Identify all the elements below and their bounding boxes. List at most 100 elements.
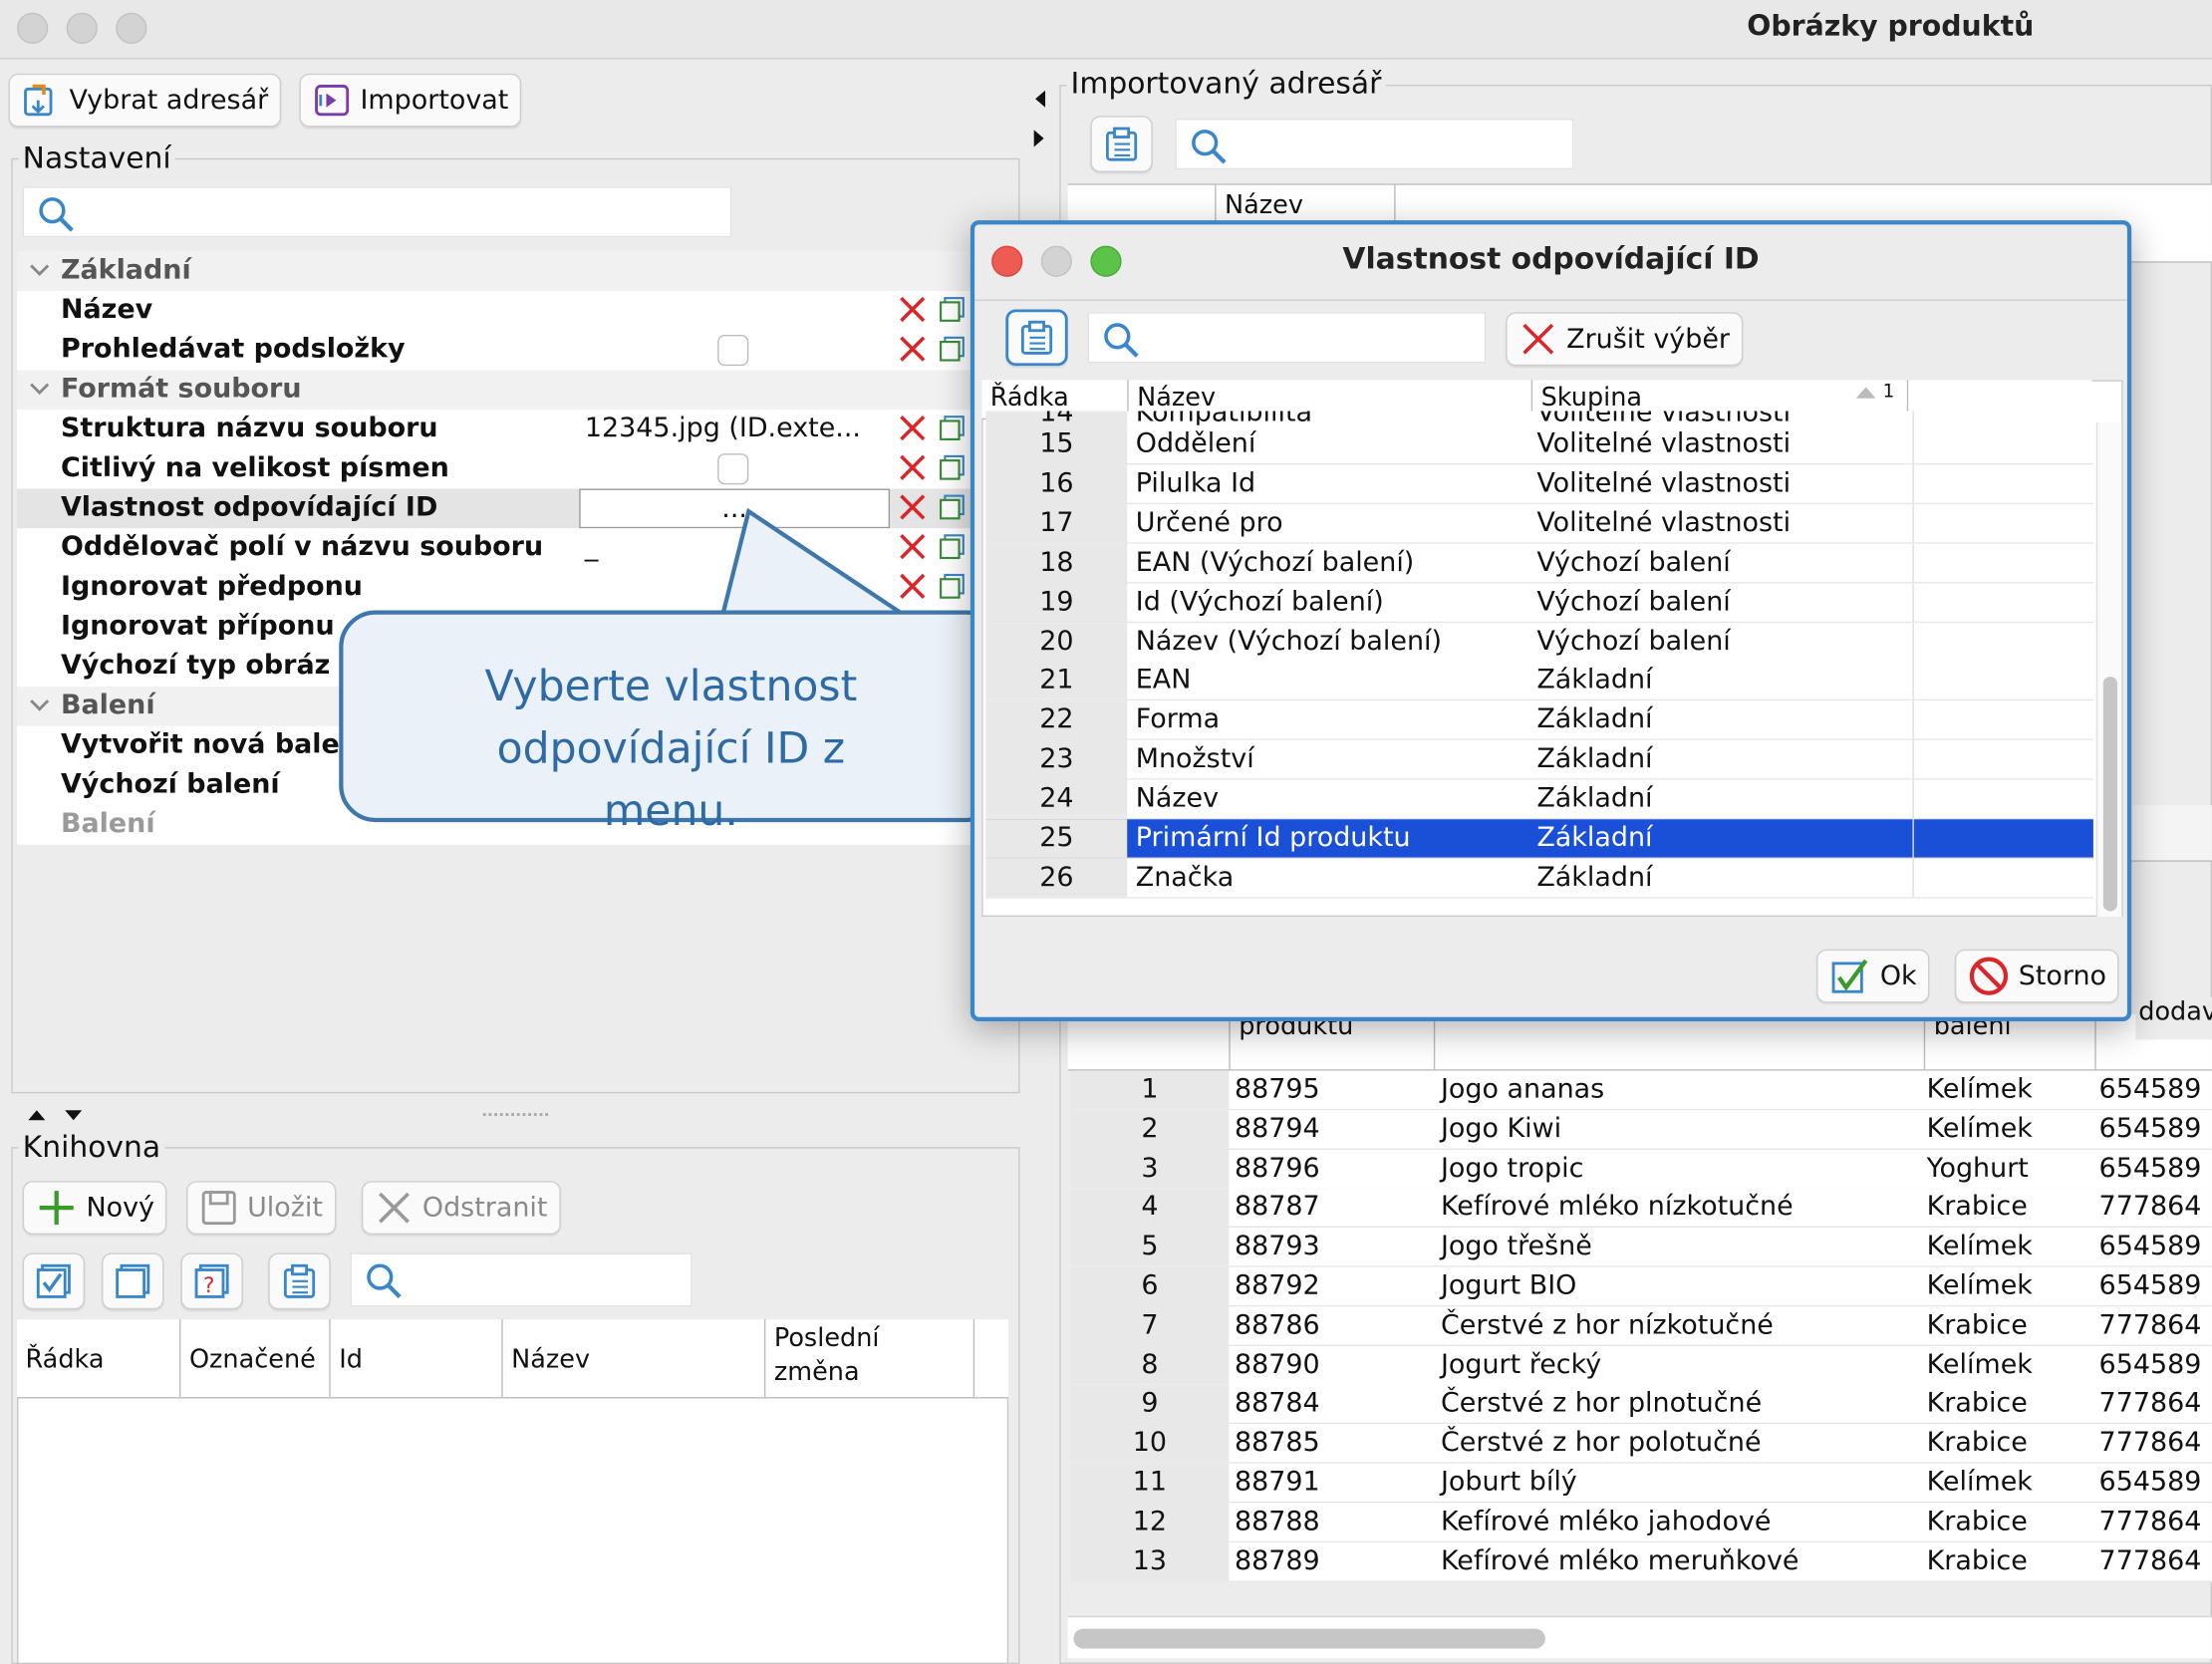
close-window-button[interactable]	[17, 12, 49, 44]
clear-icon[interactable]	[896, 450, 930, 484]
copy-icon[interactable]	[938, 335, 966, 363]
list-item[interactable]: 21 EAN Základní	[985, 662, 2093, 701]
collapse-arrows-icon[interactable]	[1031, 88, 1048, 152]
col-marked[interactable]: Označené	[180, 1319, 331, 1398]
table-cell: Kelímek	[1926, 1112, 2033, 1145]
clear-icon[interactable]	[896, 292, 930, 326]
select-all-button[interactable]	[22, 1252, 86, 1310]
list-item[interactable]: 15 Oddělení Volitelné vlastnosti	[985, 424, 2093, 465]
table-row[interactable]: 12 88788 Kefírové mléko jahodové Krabice 777…	[1070, 1503, 2212, 1542]
column-chooser-button[interactable]	[268, 1252, 331, 1310]
list-item[interactable]: 20 Název (Výchozí balení) Výchozí balení	[985, 622, 2093, 663]
clear-icon[interactable]	[896, 412, 930, 445]
dialog-title-bar: Vlastnost odpovídající ID	[974, 224, 2127, 301]
dialog-vertical-scrollbar[interactable]	[2095, 421, 2122, 918]
table-cell: 10	[1070, 1424, 1230, 1463]
table-cell: Kelímek	[1926, 1269, 2033, 1301]
settings-title: Nastavení	[18, 140, 175, 175]
table-row[interactable]: 10 88785 Čerstvé z hor polotučné Krabice 777…	[1070, 1424, 2212, 1465]
list-item[interactable]: 18 EAN (Výchozí balení) Výchozí balení	[985, 543, 2093, 584]
plus-icon	[39, 1191, 74, 1226]
col-product[interactable]: produktu	[1229, 1013, 1436, 1071]
table-row[interactable]: 4 88787 Kefírové mléko nízkotučné Krabice 77…	[1070, 1188, 2212, 1229]
col-packaging[interactable]: balení	[1923, 1013, 2096, 1071]
import-button[interactable]: Importovat	[299, 73, 522, 128]
cancel-button[interactable]: Storno	[1954, 949, 2119, 1003]
table-cell: 88789	[1234, 1544, 1320, 1576]
copy-icon[interactable]	[938, 453, 966, 481]
table-cell: 654589	[2098, 1152, 2202, 1184]
dialog-search-input[interactable]	[1087, 312, 1487, 364]
category-file-format[interactable]: Formát souboru	[17, 370, 972, 411]
splitter-arrows-icon[interactable]	[26, 1105, 88, 1125]
save-button[interactable]: Uložit	[186, 1181, 336, 1236]
window-title: Obrázky produktů	[1747, 8, 2035, 43]
case-sensitive-checkbox[interactable]	[717, 453, 749, 485]
col-id[interactable]: Id	[331, 1319, 503, 1398]
new-button[interactable]: Nový	[22, 1181, 167, 1236]
settings-search-input[interactable]	[22, 186, 732, 238]
dialog-column-chooser-button[interactable]	[1005, 309, 1068, 367]
delete-button[interactable]: Odstranit	[361, 1181, 561, 1236]
list-item[interactable]: 17 Určené pro Volitelné vlastnosti	[985, 503, 2093, 544]
table-row[interactable]: 9 88784 Čerstvé z hor plnotučné Krabice 7778…	[1070, 1384, 2212, 1425]
list-cell: 21	[985, 662, 1128, 700]
list-cell: Základní	[1536, 664, 1653, 696]
horizontal-scrollbar[interactable]	[1067, 1615, 2212, 1659]
table-cell: 654589	[2098, 1073, 2202, 1105]
table-row[interactable]: 8 88790 Jogurt řecký Kelímek 654589	[1070, 1345, 2212, 1386]
list-item[interactable]: 26 Značka Základní	[985, 858, 2093, 899]
table-row[interactable]: 6 88792 Jogurt BIO Kelímek 654589	[1070, 1266, 2212, 1307]
prop-name-value[interactable]	[579, 291, 891, 331]
splitter-handle[interactable]	[482, 1113, 549, 1116]
invert-selection-button[interactable]: ?	[180, 1252, 243, 1310]
clear-selection-button[interactable]: Zrušit výběr	[1506, 312, 1743, 367]
callout-pointer	[719, 507, 909, 621]
list-cell: Volitelné vlastnosti	[1536, 427, 1792, 459]
table-row[interactable]: 11 88791 Joburt bílý Kelímek 654589	[1070, 1463, 2212, 1504]
list-item[interactable]: 19 Id (Výchozí balení) Výchozí balení	[985, 582, 2093, 623]
deselect-all-button[interactable]	[102, 1252, 164, 1310]
table-row[interactable]: 7 88786 Čerstvé z hor nízkotučné Krabice 777…	[1070, 1306, 2212, 1346]
clear-icon[interactable]	[896, 332, 930, 366]
zoom-window-button[interactable]	[116, 12, 147, 44]
choose-directory-button[interactable]: Vybrat adresář	[8, 73, 281, 128]
list-item[interactable]: 25 Primární Id produktu Základní	[985, 819, 2093, 859]
empty-square-icon	[116, 1263, 150, 1298]
table-cell: Joburt bílý	[1440, 1466, 1577, 1498]
minimize-window-button[interactable]	[66, 12, 98, 44]
column-divider	[1912, 503, 1914, 543]
ok-button[interactable]: Ok	[1816, 949, 1930, 1003]
list-cell: 18	[985, 543, 1128, 582]
clipboard-list-icon	[283, 1263, 316, 1298]
imported-search-input[interactable]	[1175, 119, 1574, 170]
list-item[interactable]: 16 Pilulka Id Volitelné vlastnosti	[985, 464, 2093, 504]
list-cell: 24	[985, 779, 1128, 818]
list-item[interactable]: 23 Množství Základní	[985, 740, 2093, 780]
imported-column-chooser-button[interactable]	[1090, 116, 1153, 172]
search-icon	[367, 1263, 402, 1298]
table-row[interactable]: 1 88795 Jogo ananas Kelímek 654589	[1070, 1070, 2212, 1111]
table-cell: 88790	[1234, 1348, 1320, 1380]
scrollbar-thumb[interactable]	[2102, 677, 2117, 912]
table-cell: Jogo Kiwi	[1440, 1112, 1562, 1145]
col-last-change[interactable]: Poslední změna	[765, 1319, 975, 1398]
col-name[interactable]: Název	[503, 1319, 766, 1398]
library-search-input[interactable]	[350, 1252, 692, 1307]
col-row[interactable]: Řádka	[17, 1319, 181, 1398]
filename-structure-value[interactable]: 12345.jpg (ID.exte...	[579, 410, 891, 449]
title-bar: Obrázky produktů	[0, 0, 2212, 60]
table-row[interactable]: 13 88789 Kefírové mléko meruňkové Krabice 77…	[1070, 1541, 2212, 1582]
table-row[interactable]: 3 88796 Jogo tropic Yoghurt 654589	[1070, 1149, 2212, 1190]
copy-icon[interactable]	[938, 414, 966, 441]
table-row[interactable]: 2 88794 Jogo Kiwi Kelímek 654589	[1070, 1110, 2212, 1150]
list-item[interactable]: 24 Název Základní	[985, 779, 2093, 820]
list-cell: Oddělení	[1135, 427, 1256, 459]
category-basic[interactable]: Základní	[17, 251, 972, 292]
col-supplier[interactable]: dodav	[2135, 996, 2212, 1040]
table-row[interactable]: 5 88793 Jogo třešně Kelímek 654589	[1070, 1228, 2212, 1267]
list-item[interactable]: 22 Forma Základní	[985, 700, 2093, 741]
search-subfolders-checkbox[interactable]	[717, 334, 749, 367]
scrollbar-thumb[interactable]	[1073, 1628, 1545, 1649]
copy-icon[interactable]	[938, 295, 966, 323]
